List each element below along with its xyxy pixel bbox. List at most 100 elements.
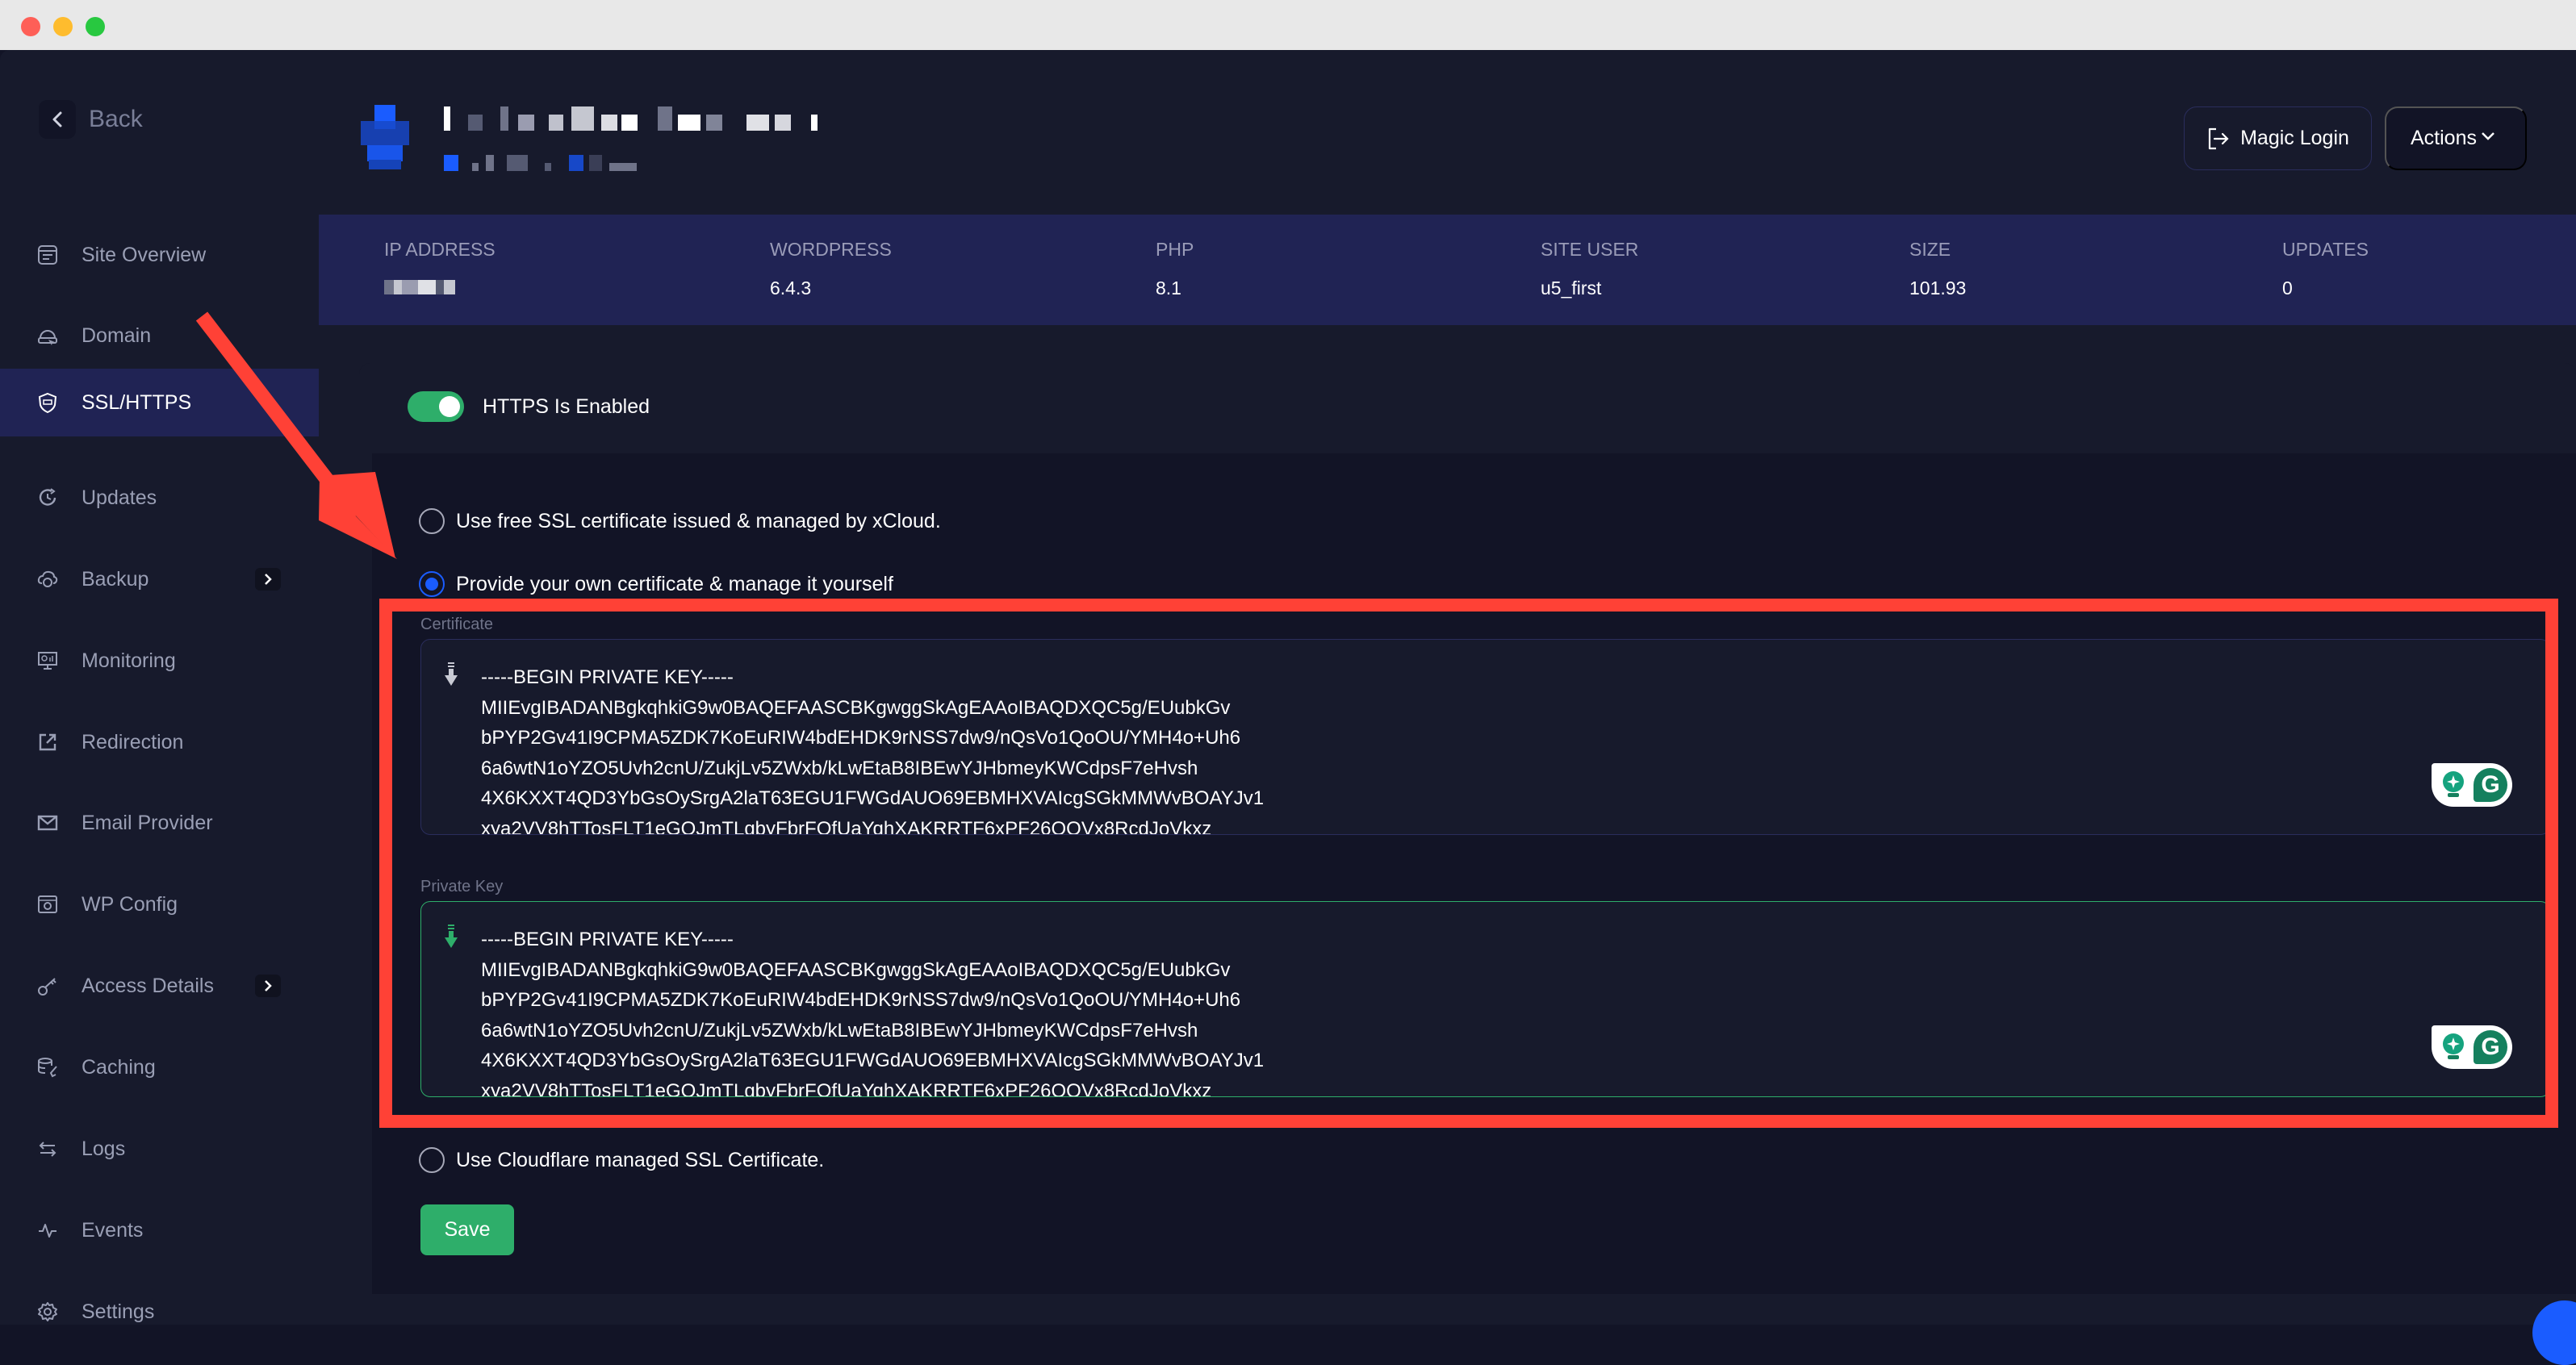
stat-label: IP ADDRESS <box>384 239 496 260</box>
sidebar-item-monitoring[interactable]: Monitoring <box>0 627 319 695</box>
updates-icon <box>37 487 58 508</box>
stat-value-redacted <box>384 278 455 299</box>
sidebar-item-backup[interactable]: Backup <box>0 545 319 613</box>
sidebar-item-label: Monitoring <box>82 649 176 672</box>
gear-icon <box>37 1301 58 1322</box>
sidebar-item-email-provider[interactable]: Email Provider <box>0 789 319 857</box>
option-custom-certificate[interactable]: Provide your own certificate & manage it… <box>419 571 893 597</box>
sidebar-item-label: Email Provider <box>82 811 213 834</box>
app: Back Site Overview Domain SSL/HTTPS Upda… <box>0 50 2576 1325</box>
wp-config-icon <box>37 894 58 915</box>
radio-label: Use Cloudflare managed SSL Certificate. <box>456 1148 825 1171</box>
sidebar-item-site-overview[interactable]: Site Overview <box>0 221 319 289</box>
arrow-down-icon <box>445 662 458 686</box>
actions-dropdown[interactable]: Actions <box>2385 106 2527 170</box>
certificate-value: -----BEGIN PRIVATE KEY----- MIIEvgIBADAN… <box>481 666 1265 835</box>
email-icon <box>37 812 58 833</box>
sidebar-item-events[interactable]: Events <box>0 1196 319 1264</box>
shield-icon <box>37 392 58 413</box>
sidebar-item-label: Events <box>82 1218 144 1242</box>
stat-label: PHP <box>1156 239 1194 260</box>
site-logo <box>361 105 409 169</box>
stat-value: 8.1 <box>1156 278 1181 298</box>
sidebar-item-ssl-https[interactable]: SSL/HTTPS <box>0 369 319 436</box>
stat-value: 0 <box>2282 278 2293 298</box>
minimize-window-button[interactable] <box>53 17 73 36</box>
sidebar-item-updates[interactable]: Updates <box>0 464 319 532</box>
sidebar-item-label: WP Config <box>82 892 178 916</box>
sidebar-item-label: Redirection <box>82 730 184 753</box>
sidebar-item-caching[interactable]: Caching <box>0 1033 319 1101</box>
stat-label: UPDATES <box>2282 239 2369 260</box>
sidebar-item-label: Site Overview <box>82 243 207 266</box>
lightbulb-icon <box>2443 1033 2464 1059</box>
chevron-down-icon <box>2482 132 2494 140</box>
stat-value: 6.4.3 <box>770 278 812 298</box>
ssl-settings-card: HTTPS Is Enabled Use free SSL certificat… <box>359 363 2576 1307</box>
site-overview-icon <box>37 244 58 265</box>
radio-label: Use free SSL certificate issued & manage… <box>456 509 941 532</box>
grammarly-widget[interactable]: G <box>2432 763 2512 807</box>
back-button[interactable] <box>39 100 76 139</box>
https-toggle[interactable] <box>408 391 464 422</box>
caching-icon <box>37 1057 58 1078</box>
radio-button[interactable] <box>419 1147 445 1173</box>
expand-backup-button[interactable] <box>255 568 281 591</box>
window-titlebar <box>0 0 2576 50</box>
radio-button-checked[interactable] <box>419 571 445 597</box>
back-label[interactable]: Back <box>89 102 143 137</box>
stat-label: SITE USER <box>1541 239 1639 260</box>
private-key-value: -----BEGIN PRIVATE KEY----- MIIEvgIBADAN… <box>481 929 1265 1097</box>
certificate-textarea[interactable]: -----BEGIN PRIVATE KEY----- MIIEvgIBADAN… <box>420 639 2550 835</box>
sidebar-item-access-details[interactable]: Access Details <box>0 952 319 1020</box>
save-button[interactable]: Save <box>420 1204 514 1255</box>
option-cloudflare-ssl[interactable]: Use Cloudflare managed SSL Certificate. <box>419 1147 824 1173</box>
close-window-button[interactable] <box>21 17 40 36</box>
sidebar-item-label: Backup <box>82 567 149 591</box>
sidebar-item-label: Logs <box>82 1137 126 1160</box>
sidebar-item-label: Updates <box>82 486 157 509</box>
grammarly-icon: G <box>2474 1030 2507 1064</box>
chevron-left-icon <box>52 111 62 127</box>
option-xcloud-ssl[interactable]: Use free SSL certificate issued & manage… <box>419 508 941 534</box>
logs-icon <box>37 1138 58 1159</box>
key-icon <box>37 975 58 996</box>
stat-label: SIZE <box>1909 239 1951 260</box>
radio-button[interactable] <box>419 508 445 534</box>
radio-label: Provide your own certificate & manage it… <box>456 572 893 595</box>
sidebar-item-label: Caching <box>82 1055 156 1079</box>
https-toggle-label: HTTPS Is Enabled <box>483 395 650 418</box>
sidebar-item-logs[interactable]: Logs <box>0 1115 319 1183</box>
ssl-options: Use free SSL certificate issued & manage… <box>359 453 2576 1307</box>
certificate-label: Certificate <box>420 616 494 633</box>
sidebar-item-wp-config[interactable]: WP Config <box>0 870 319 938</box>
main-content: Magic Login Actions IP ADDRESS WORDPRESS… <box>319 50 2576 1325</box>
arrow-down-icon <box>445 925 458 948</box>
sidebar-item-redirection[interactable]: Redirection <box>0 708 319 776</box>
magic-login-button[interactable]: Magic Login <box>2184 106 2372 170</box>
sidebar-item-label: Domain <box>82 324 152 347</box>
chevron-right-icon <box>265 574 272 585</box>
sidebar-item-domain[interactable]: Domain <box>0 302 319 369</box>
domain-icon <box>37 325 58 346</box>
backup-cloud-icon <box>37 569 58 590</box>
grammarly-widget[interactable]: G <box>2432 1025 2512 1069</box>
login-icon <box>2208 127 2229 149</box>
private-key-textarea[interactable]: -----BEGIN PRIVATE KEY----- MIIEvgIBADAN… <box>420 901 2550 1097</box>
stat-value: u5_first <box>1541 278 1602 298</box>
expand-access-details-button[interactable] <box>255 975 281 997</box>
private-key-label: Private Key <box>420 878 504 895</box>
monitoring-icon <box>37 650 58 671</box>
stat-label: WORDPRESS <box>770 239 892 260</box>
maximize-window-button[interactable] <box>86 17 105 36</box>
toggle-knob <box>439 396 460 417</box>
https-toggle-row: HTTPS Is Enabled <box>359 363 2576 453</box>
actions-label: Actions <box>2411 127 2477 149</box>
site-stats-bar: IP ADDRESS WORDPRESS 6.4.3 PHP 8.1 SITE … <box>319 215 2576 325</box>
sidebar-item-settings[interactable]: Settings <box>0 1278 319 1346</box>
sidebar-item-label: Settings <box>82 1300 155 1323</box>
magic-login-label: Magic Login <box>2240 127 2349 149</box>
redirection-icon <box>37 732 58 753</box>
events-icon <box>37 1220 58 1241</box>
site-url <box>444 153 670 171</box>
